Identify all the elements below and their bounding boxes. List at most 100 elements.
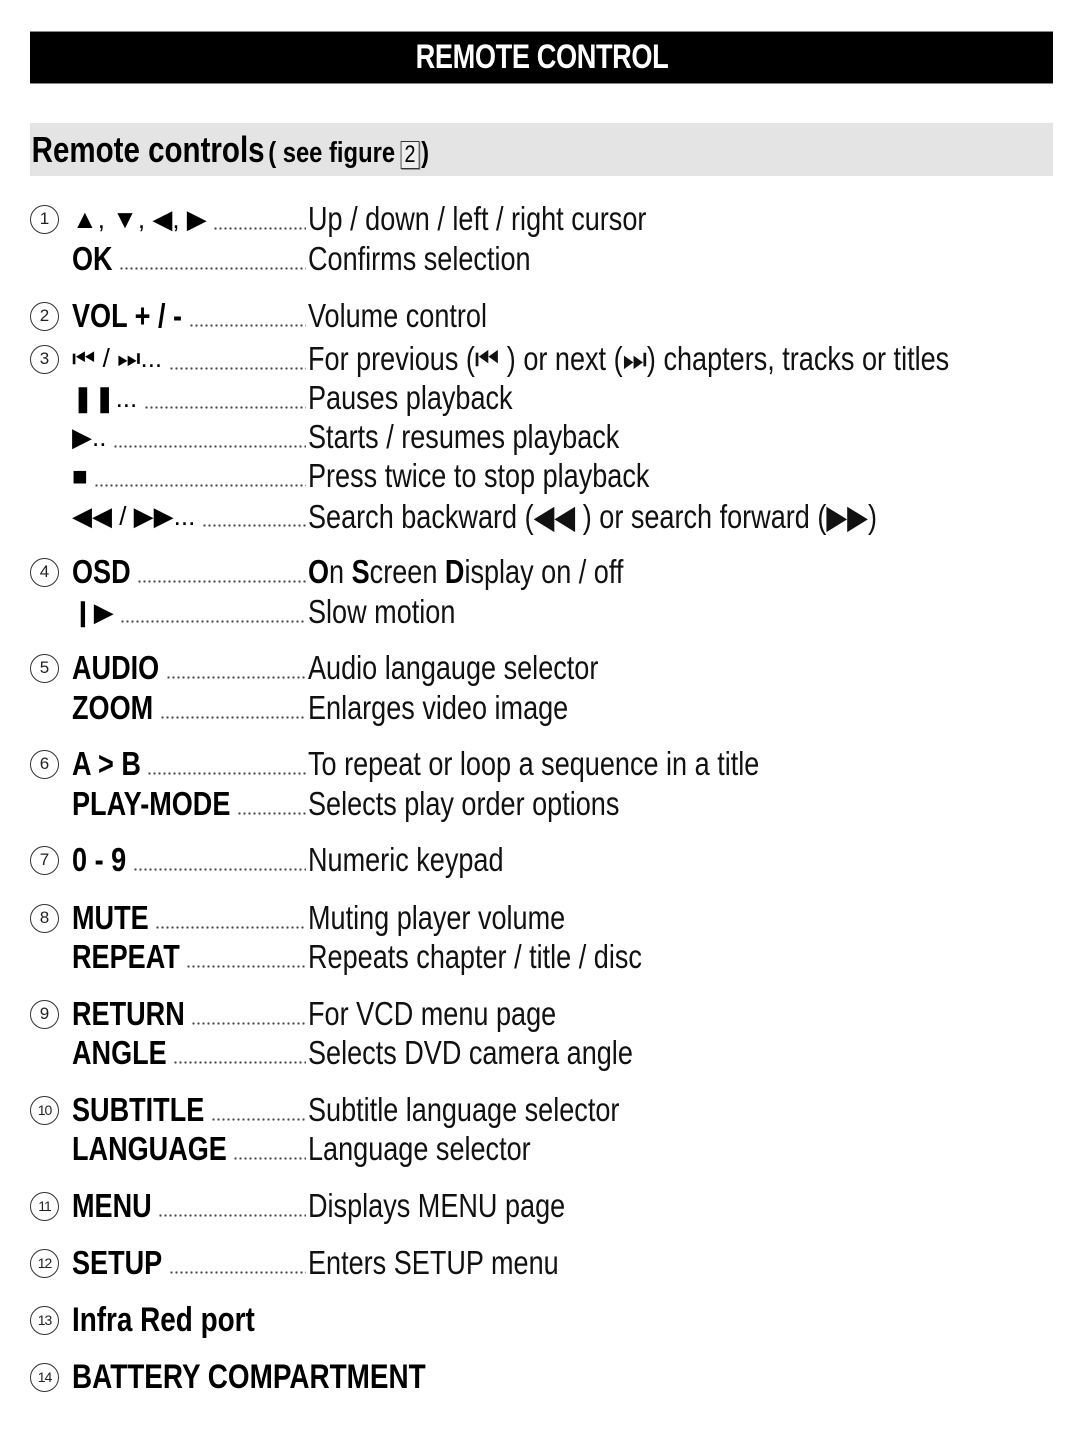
slow-motion-icon: ❙▶ bbox=[72, 596, 114, 627]
button-label: ZOOM bbox=[72, 689, 154, 726]
button-label: VOL + / - bbox=[72, 297, 183, 334]
list-item: 13 Infra Red port bbox=[0, 1300, 1080, 1340]
description-part: D bbox=[444, 553, 465, 590]
list-item: OK Confirms selection bbox=[0, 239, 1080, 279]
page-title: REMOTE CONTROL bbox=[415, 38, 668, 76]
section-title: Remote controls bbox=[31, 128, 265, 170]
item-number-badge: 4 bbox=[30, 557, 59, 587]
button-description: Selects play order options bbox=[308, 785, 620, 822]
dot-leader bbox=[147, 772, 306, 775]
button-description: Confirms selection bbox=[308, 240, 531, 277]
button-label: AUDIO bbox=[72, 649, 160, 686]
dot-leader bbox=[155, 926, 306, 929]
dot-leader bbox=[202, 524, 306, 527]
list-item: ZOOM Enlarges video image bbox=[0, 688, 1080, 728]
item-number-badge: 5 bbox=[30, 653, 59, 683]
list-item: PLAY-MODE Selects play order options bbox=[0, 784, 1080, 824]
dot-leader bbox=[173, 1061, 306, 1064]
button-label: OSD bbox=[72, 553, 131, 590]
button-label: OK bbox=[72, 240, 113, 277]
description-part: S bbox=[351, 553, 370, 590]
list-item: REPEAT Repeats chapter / title / disc bbox=[0, 937, 1080, 977]
previous-icon-and-next-icon: ⏮ / ⏭... bbox=[72, 343, 163, 373]
button-description: Audio langauge selector bbox=[308, 649, 599, 686]
button-description: For VCD menu page bbox=[308, 995, 557, 1032]
button-label: PLAY-MODE bbox=[72, 785, 231, 822]
dot-leader bbox=[144, 406, 306, 409]
button-description: Starts / resumes playback bbox=[308, 418, 620, 455]
list-item: ▶.. Starts / resumes playback bbox=[0, 417, 1080, 457]
item-number-badge: 8 bbox=[30, 903, 59, 933]
button-label: 0 - 9 bbox=[72, 841, 127, 878]
dot-leader bbox=[233, 1157, 306, 1160]
stop-icon: ■ bbox=[72, 460, 88, 491]
button-description: Search backward (◀◀ ) or search forward … bbox=[308, 497, 877, 535]
list-item: 7 0 - 9 Numeric keypad bbox=[0, 840, 1080, 880]
dot-leader bbox=[166, 676, 306, 679]
list-item: 2 VOL + / - Volume control bbox=[0, 296, 1080, 336]
list-item: 8 MUTE Muting player volume bbox=[0, 898, 1080, 938]
dot-leader bbox=[158, 1214, 306, 1217]
dot-leader bbox=[213, 227, 306, 230]
pause-icon: ❚❚... bbox=[72, 382, 138, 413]
button-label: LANGUAGE bbox=[72, 1130, 227, 1167]
button-description: Repeats chapter / title / disc bbox=[308, 938, 642, 975]
button-label: MUTE bbox=[72, 899, 149, 936]
up-arrow-icon-and-down-arrow-icon-and-left-arrow-icon-and-right-arrow-icon: ▲, ▼, ◀, ▶ bbox=[72, 203, 207, 234]
button-description: Language selector bbox=[308, 1130, 531, 1167]
dot-leader bbox=[237, 812, 306, 815]
item-number-badge: 14 bbox=[30, 1362, 59, 1392]
button-description: Numeric keypad bbox=[308, 841, 504, 878]
list-item: 14 BATTERY COMPARTMENT bbox=[0, 1357, 1080, 1397]
list-item: 12 SETUP Enters SETUP menu bbox=[0, 1243, 1080, 1283]
button-description: Muting player volume bbox=[308, 899, 566, 936]
dot-leader bbox=[169, 1271, 306, 1274]
list-item: 4 OSD On Screen Display on / off bbox=[0, 552, 1080, 592]
item-number-badge: 3 bbox=[30, 344, 59, 374]
button-description: Slow motion bbox=[308, 593, 456, 630]
button-label: A > B bbox=[72, 745, 141, 782]
dot-leader bbox=[113, 445, 306, 448]
list-item: 9 RETURN For VCD menu page bbox=[0, 994, 1080, 1034]
list-item: LANGUAGE Language selector bbox=[0, 1129, 1080, 1169]
list-item: 5 AUDIO Audio langauge selector bbox=[0, 648, 1080, 688]
list-item: ❙▶ Slow motion bbox=[0, 592, 1080, 632]
section-heading: Remote controls ( see figure 2) bbox=[30, 129, 429, 171]
dot-leader bbox=[133, 868, 306, 871]
description-part: n bbox=[329, 553, 352, 590]
button-label: SUBTITLE bbox=[72, 1091, 205, 1128]
list-item: ANGLE Selects DVD camera angle bbox=[0, 1033, 1080, 1073]
dot-leader bbox=[94, 484, 306, 487]
button-description: Subtitle language selector bbox=[308, 1091, 620, 1128]
section-heading-bar: Remote controls ( see figure 2) bbox=[30, 123, 1053, 176]
dot-leader bbox=[119, 267, 306, 270]
button-label: RETURN bbox=[72, 995, 185, 1032]
item-heading: BATTERY COMPARTMENT bbox=[72, 1357, 426, 1396]
description-part: creen bbox=[369, 553, 445, 590]
section-subtitle-suffix: ) bbox=[421, 136, 430, 169]
dot-leader bbox=[160, 716, 306, 719]
dot-leader bbox=[191, 1022, 306, 1025]
button-description: Displays MENU page bbox=[308, 1187, 566, 1224]
play-icon: ▶.. bbox=[72, 421, 107, 452]
item-number-badge: 13 bbox=[30, 1305, 59, 1335]
description-part: O bbox=[308, 553, 330, 590]
list-item: 3 ⏮ / ⏭... For previous (⏮ ) or next (⏭) c… bbox=[0, 339, 1080, 379]
button-description: To repeat or loop a sequence in a title bbox=[308, 745, 760, 782]
button-description: For previous (⏮ ) or next (⏭) chapters, … bbox=[308, 339, 950, 377]
button-label: REPEAT bbox=[72, 938, 180, 975]
list-item: ❚❚... Pauses playback bbox=[0, 378, 1080, 418]
button-label: ANGLE bbox=[72, 1034, 167, 1071]
section-subtitle-prefix: ( see figure bbox=[268, 136, 396, 169]
button-description: Volume control bbox=[308, 297, 488, 334]
button-description: Pauses playback bbox=[308, 379, 513, 416]
item-heading: Infra Red port bbox=[72, 1300, 255, 1339]
figure-reference: 2 bbox=[400, 140, 420, 169]
list-item: 10 SUBTITLE Subtitle language selector bbox=[0, 1090, 1080, 1130]
description-part: isplay on / off bbox=[464, 553, 624, 590]
list-item: ◀◀ / ▶▶... Search backward (◀◀ ) or searc… bbox=[0, 496, 1080, 536]
list-item: ■ Press twice to stop playback bbox=[0, 456, 1080, 496]
dot-leader bbox=[137, 580, 306, 583]
rewind-icon-and-fast-forward-icon: ◀◀ / ▶▶... bbox=[72, 500, 196, 531]
item-number-badge: 12 bbox=[30, 1248, 59, 1278]
